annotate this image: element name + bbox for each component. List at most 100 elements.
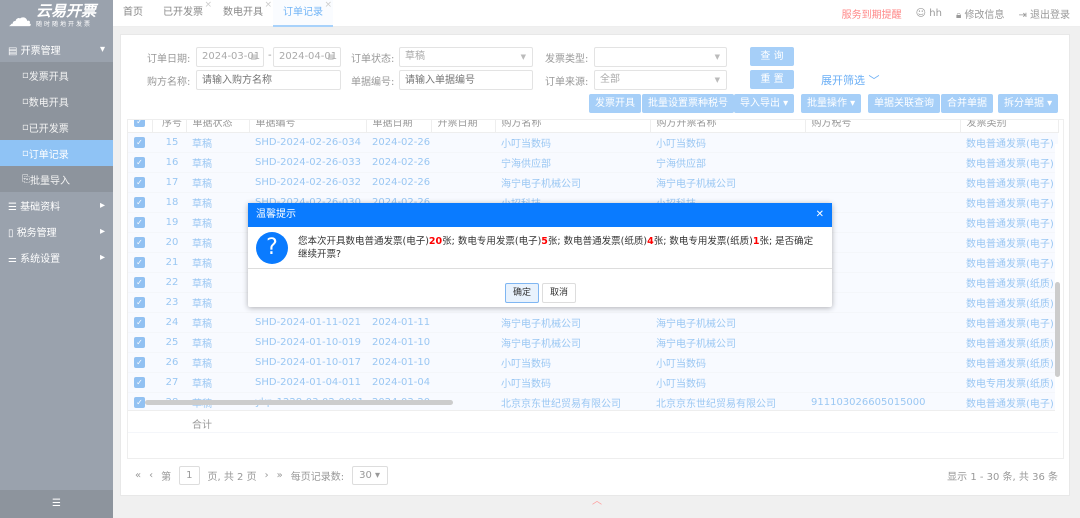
checkbox-cell[interactable]: ✓ (128, 312, 152, 333)
next-page-icon[interactable]: › (265, 470, 269, 481)
table-cell: 数电普通发票(电子) (960, 172, 1058, 193)
column-header[interactable]: 购方税号 (805, 120, 961, 133)
close-icon[interactable]: × (324, 0, 332, 18)
menu-basic-data[interactable]: ☰ 基础资料 ▸ (0, 192, 113, 218)
buyer-input[interactable] (196, 70, 341, 90)
row-checkbox[interactable]: ✓ (134, 196, 145, 208)
horizontal-scrollbar[interactable] (145, 400, 453, 405)
tab-home[interactable]: 首页 (113, 0, 153, 27)
toolbar-button[interactable]: 批量操作 ▾ (801, 94, 862, 113)
checkbox-cell[interactable]: ✓ (128, 352, 152, 373)
toolbar-button[interactable]: 合并单据 (941, 94, 993, 113)
page-input[interactable]: 1 (179, 465, 200, 485)
collapse-sidebar-button[interactable]: ☰ (0, 490, 113, 518)
column-header[interactable]: 购方开票名称 (650, 120, 806, 133)
tab-digital-issue[interactable]: 数电开具 × (213, 0, 273, 27)
toolbar-button[interactable]: 单据关联查询 (868, 94, 940, 113)
expire-reminder-link[interactable]: 服务到期提醒 (842, 6, 902, 21)
row-checkbox[interactable]: ✓ (134, 316, 145, 328)
row-checkbox[interactable]: ✓ (134, 396, 145, 408)
column-header[interactable]: 开票日期 (431, 120, 496, 133)
confirm-button[interactable]: 确定 (505, 283, 540, 303)
close-icon[interactable]: ✕ (816, 203, 824, 227)
checkbox-cell[interactable]: ✓ (128, 332, 152, 353)
chevron-up-icon[interactable]: ︿ (592, 492, 602, 507)
table-row[interactable]: ✓ 17 草稿 SHD-2024-02-26-032 2024-02-26 海宁电子机械公… (128, 172, 1058, 193)
cancel-button[interactable]: 取消 (542, 283, 577, 303)
logout-link[interactable]: ⇥ 退出登录 (1018, 6, 1070, 21)
row-checkbox[interactable]: ✓ (134, 276, 145, 288)
column-header[interactable]: 序号 (152, 120, 187, 133)
sidebar-item-batch-import[interactable]: ⎘ 批量导入 (0, 166, 113, 192)
row-checkbox[interactable]: ✓ (134, 296, 145, 308)
query-button[interactable]: 查 询 (750, 47, 794, 66)
toolbar-button[interactable]: 拆分单据 ▾ (998, 94, 1059, 113)
row-checkbox[interactable]: ✓ (134, 216, 145, 228)
checkbox-cell[interactable]: ✓ (128, 372, 152, 393)
invoice-icon: ▤ (8, 45, 21, 57)
first-page-icon[interactable]: « (135, 470, 141, 481)
table-row[interactable]: ✓ 25 草稿 SHD-2024-01-10-019 2024-01-10 海宁电子机械公… (128, 332, 1058, 353)
column-header[interactable]: 单据编号 (249, 120, 367, 133)
row-checkbox[interactable]: ✓ (134, 136, 145, 148)
close-icon[interactable]: × (264, 0, 272, 18)
reset-button[interactable]: 重 置 (750, 70, 794, 89)
checkbox-cell[interactable]: ✓ (128, 172, 152, 193)
table-cell: 小叮当数码 (650, 132, 805, 153)
column-header[interactable]: 单据状态 (186, 120, 250, 133)
select-all-checkbox[interactable]: ✓ (128, 120, 153, 133)
sidebar-item-orders[interactable]: ▫ 订单记录 (0, 140, 113, 166)
checkbox-cell[interactable]: ✓ (128, 232, 152, 253)
table-row[interactable]: ✓ 24 草稿 SHD-2024-01-11-021 2024-01-11 海宁电子机械公… (128, 312, 1058, 333)
checkbox-cell[interactable]: ✓ (128, 152, 152, 173)
checkbox-cell[interactable]: ✓ (128, 252, 152, 273)
checkbox-cell[interactable]: ✓ (128, 192, 152, 213)
sidebar-item-issued[interactable]: ▫ 已开发票 (0, 114, 113, 140)
column-header[interactable]: 单据日期 (366, 120, 432, 133)
row-checkbox[interactable]: ✓ (134, 256, 145, 268)
sidebar-item-digital-issue[interactable]: ▫ 数电开具 (0, 88, 113, 114)
toolbar-button[interactable]: 导入导出 ▾ (734, 94, 795, 113)
table-row[interactable]: ✓ 15 草稿 SHD-2024-02-26-034 2024-02-26 小叮当数码 小叮… (128, 132, 1058, 153)
menu-tax[interactable]: ▯ 税务管理 ▸ (0, 218, 113, 244)
edit-info-link[interactable]: 🔒︎ 修改信息 (956, 6, 1005, 21)
message-text: 张; 数电普通发票(纸质) (547, 235, 648, 247)
source-select[interactable]: 全部 ▼ (594, 70, 727, 90)
checkbox-cell[interactable]: ✓ (128, 292, 152, 313)
menu-invoice-management[interactable]: ▤ 开票管理 ▾ (0, 36, 113, 62)
per-page-select[interactable]: 30 ▾ (352, 465, 389, 485)
close-icon[interactable]: × (204, 0, 212, 18)
toolbar-button[interactable]: 发票开具 (589, 94, 641, 113)
row-checkbox[interactable]: ✓ (134, 236, 145, 248)
last-page-icon[interactable]: » (277, 470, 283, 481)
expand-filter-link[interactable]: 展开筛选 ﹀ (821, 72, 880, 88)
status-select[interactable]: 草稿 ▼ (399, 47, 533, 67)
row-checkbox[interactable]: ✓ (134, 176, 145, 188)
row-checkbox[interactable]: ✓ (134, 336, 145, 348)
doc-no-input[interactable] (399, 70, 533, 90)
menu-settings[interactable]: ⚌ 系统设置 ▸ (0, 244, 113, 270)
vertical-scrollbar[interactable] (1055, 144, 1063, 412)
checkbox-cell[interactable]: ✓ (128, 272, 152, 293)
table-cell (805, 132, 960, 153)
table-row[interactable]: ✓ 26 草稿 SHD-2024-01-10-017 2024-01-10 小叮当数码 小叮… (128, 352, 1058, 373)
column-header[interactable]: 发票类别 (960, 120, 1059, 133)
sidebar-item-issue[interactable]: ▫ 发票开具 (0, 62, 113, 88)
tab-orders[interactable]: 订单记录 × (273, 0, 333, 27)
column-header[interactable]: 购方名称 (495, 120, 651, 133)
table-row[interactable]: ✓ 16 草稿 SHD-2024-02-26-033 2024-02-26 宁海供应部 宁海… (128, 152, 1058, 173)
row-checkbox[interactable]: ✓ (134, 356, 145, 368)
tab-issued[interactable]: 已开发票 × (153, 0, 213, 27)
date-from-input[interactable]: 2024-03-01 ▦ (196, 47, 264, 67)
table-row[interactable]: ✓ 27 草稿 SHD-2024-01-04-011 2024-01-04 小叮当数码 小叮… (128, 372, 1058, 393)
checkbox-cell[interactable]: ✓ (128, 132, 152, 153)
date-to-input[interactable]: 2024-04-01 ▦ (273, 47, 341, 67)
row-checkbox[interactable]: ✓ (134, 156, 145, 168)
checkbox-cell[interactable]: ✓ (128, 212, 152, 233)
toolbar-button[interactable]: 批量设置票种税号 (642, 94, 734, 113)
invoice-type-select[interactable]: ▼ (594, 47, 727, 67)
row-checkbox[interactable]: ✓ (134, 376, 145, 388)
prev-page-icon[interactable]: ‹ (149, 470, 153, 481)
scrollbar-thumb[interactable] (1055, 282, 1060, 377)
user-menu[interactable]: ☺ hh (916, 8, 942, 19)
